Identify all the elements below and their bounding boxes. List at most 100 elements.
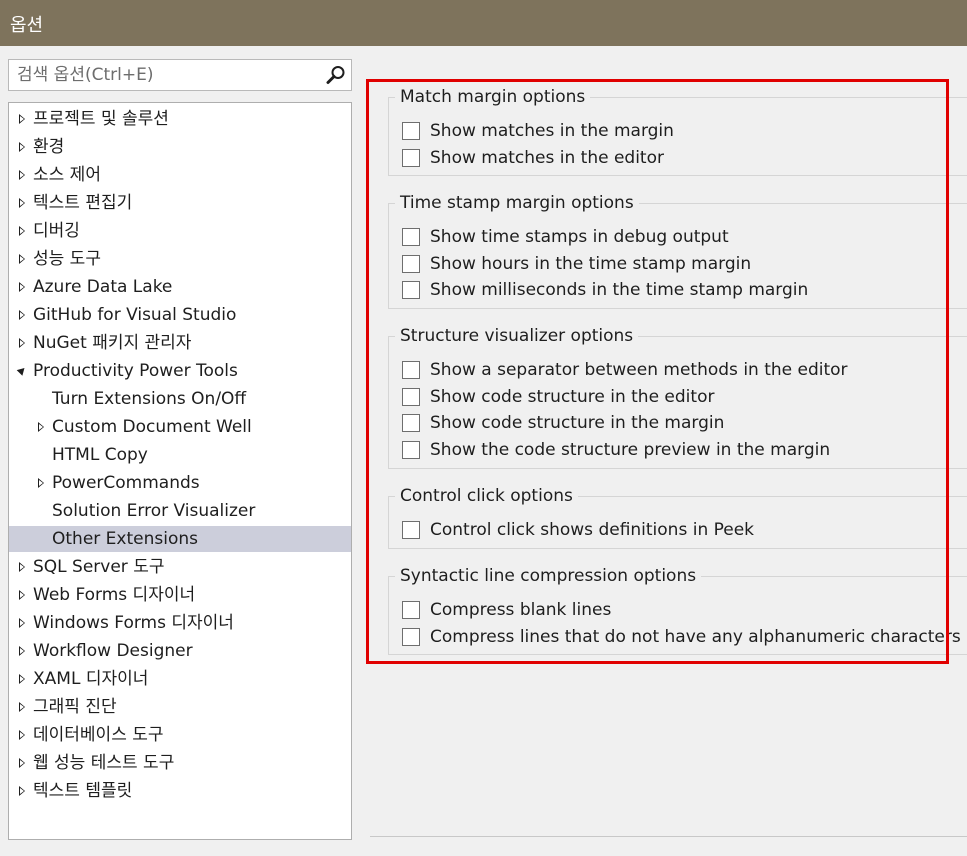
tree-item[interactable]: GitHub for Visual Studio — [9, 302, 351, 328]
collapsed-arrow-icon[interactable] — [38, 478, 44, 488]
tree-item-label: 프로젝트 및 솔루션 — [33, 109, 169, 129]
tree-item[interactable]: Other Extensions — [9, 526, 351, 552]
collapsed-arrow-icon[interactable] — [19, 646, 25, 656]
search-box[interactable] — [8, 59, 352, 91]
checkbox[interactable] — [402, 254, 420, 273]
tree-item-label: Azure Data Lake — [33, 277, 173, 297]
tree-item[interactable]: PowerCommands — [9, 470, 351, 496]
checkbox[interactable] — [402, 601, 420, 619]
option-label[interactable]: Show milliseconds in the time stamp marg… — [430, 277, 808, 303]
tree-item-label: PowerCommands — [52, 473, 200, 493]
collapsed-arrow-icon[interactable] — [19, 226, 25, 236]
tree-item-label: Other Extensions — [52, 529, 198, 549]
tree-item-label: Turn Extensions On/Off — [52, 389, 247, 409]
tree-item[interactable]: Solution Error Visualizer — [9, 498, 351, 524]
option-label[interactable]: Show code structure in the editor — [430, 384, 714, 410]
option-group: Match margin options Show matches in the … — [388, 86, 967, 176]
checkbox[interactable] — [402, 440, 420, 459]
tree-item-label: XAML 디자이너 — [33, 669, 149, 689]
collapsed-arrow-icon[interactable] — [19, 198, 25, 208]
search-input[interactable] — [9, 60, 319, 90]
collapsed-arrow-icon[interactable] — [19, 674, 25, 684]
tree-item-label: 데이터베이스 도구 — [33, 725, 164, 745]
tree-item[interactable]: 환경 — [9, 134, 351, 160]
collapsed-arrow-icon[interactable] — [19, 114, 25, 124]
checkbox[interactable] — [402, 627, 420, 646]
tree-item-label: 텍스트 편집기 — [33, 193, 133, 213]
tree-item[interactable]: HTML Copy — [9, 442, 351, 468]
tree-item-label: 웹 성능 테스트 도구 — [33, 753, 175, 773]
tree-item[interactable]: 데이터베이스 도구 — [9, 722, 351, 748]
tree-item[interactable]: Workflow Designer — [9, 638, 351, 664]
tree-item[interactable]: 텍스트 편집기 — [9, 190, 351, 216]
collapsed-arrow-icon[interactable] — [19, 702, 25, 712]
option-label[interactable]: Compress lines that do not have any alph… — [430, 624, 961, 650]
collapsed-arrow-icon[interactable] — [19, 282, 25, 292]
collapsed-arrow-icon[interactable] — [19, 310, 25, 320]
tree-item-label: Windows Forms 디자이너 — [33, 613, 234, 633]
collapsed-arrow-icon[interactable] — [19, 618, 25, 628]
option-label[interactable]: Show hours in the time stamp margin — [430, 251, 751, 277]
search-icon[interactable] — [326, 65, 346, 85]
tree-item-label: HTML Copy — [52, 445, 148, 465]
option-label[interactable]: Control click shows definitions in Peek — [430, 517, 754, 543]
tree-item-label: GitHub for Visual Studio — [33, 305, 237, 325]
checkbox[interactable] — [402, 361, 420, 379]
tree-item-label: Web Forms 디자이너 — [33, 585, 196, 605]
option-label[interactable]: Show matches in the editor — [430, 145, 664, 171]
checkbox[interactable] — [402, 387, 420, 406]
tree-item[interactable]: Productivity Power Tools — [9, 358, 351, 384]
collapsed-arrow-icon[interactable] — [19, 730, 25, 740]
tree-item[interactable]: Custom Document Well — [9, 414, 351, 440]
collapsed-arrow-icon[interactable] — [19, 590, 25, 600]
collapsed-arrow-icon[interactable] — [19, 142, 25, 152]
tree-item-label: SQL Server 도구 — [33, 557, 165, 577]
tree-item[interactable]: Web Forms 디자이너 — [9, 582, 351, 608]
tree-item[interactable]: 텍스트 템플릿 — [9, 778, 351, 804]
tree-item[interactable]: 디버깅 — [9, 218, 351, 244]
tree-item-label: 디버깅 — [33, 221, 80, 241]
checkbox[interactable] — [402, 228, 420, 246]
tree-item[interactable]: NuGet 패키지 관리자 — [9, 330, 351, 356]
options-tree[interactable]: 프로젝트 및 솔루션환경 소스 제어텍스트 편집기디버깅성능 도구 Azure Da… — [8, 102, 352, 840]
tree-item[interactable]: 성능 도구 — [9, 246, 351, 272]
checkbox[interactable] — [402, 521, 420, 539]
tree-item[interactable]: Turn Extensions On/Off — [9, 386, 351, 412]
checkbox[interactable] — [402, 281, 420, 299]
tree-item[interactable]: 프로젝트 및 솔루션 — [9, 106, 351, 132]
expanded-arrow-icon[interactable] — [16, 365, 28, 376]
window-title: 옵션 — [10, 15, 44, 36]
collapsed-arrow-icon[interactable] — [19, 562, 25, 572]
tree-item[interactable]: 소스 제어 — [9, 162, 351, 188]
tree-item[interactable]: XAML 디자이너 — [9, 666, 351, 692]
checkbox[interactable] — [402, 414, 420, 432]
option-group: Control click options Control click shows… — [388, 485, 967, 549]
option-label[interactable]: Compress blank lines — [430, 597, 611, 623]
checkbox[interactable] — [402, 148, 420, 167]
tree-item-label: 성능 도구 — [33, 249, 101, 269]
option-label[interactable]: Show code structure in the margin — [430, 410, 724, 436]
option-label[interactable]: Show matches in the margin — [430, 118, 674, 144]
tree-item[interactable]: 웹 성능 테스트 도구 — [9, 750, 351, 776]
tree-item[interactable]: SQL Server 도구 — [9, 554, 351, 580]
collapsed-arrow-icon[interactable] — [19, 338, 25, 348]
tree-item-label: 그래픽 진단 — [33, 697, 117, 717]
group-title: Syntactic line compression options — [395, 565, 702, 587]
tree-item-label: Productivity Power Tools — [33, 361, 238, 381]
option-group: Syntactic line compression options Compre… — [388, 565, 967, 655]
tree-item[interactable]: 그래픽 진단 — [9, 694, 351, 720]
checkbox[interactable] — [402, 122, 420, 140]
option-label[interactable]: Show the code structure preview in the m… — [430, 437, 830, 463]
collapsed-arrow-icon[interactable] — [38, 422, 44, 432]
collapsed-arrow-icon[interactable] — [19, 170, 25, 180]
collapsed-arrow-icon[interactable] — [19, 254, 25, 264]
option-label[interactable]: Show a separator between methods in the … — [430, 357, 848, 383]
option-label[interactable]: Show time stamps in debug output — [430, 224, 729, 250]
collapsed-arrow-icon[interactable] — [19, 758, 25, 768]
collapsed-arrow-icon[interactable] — [19, 786, 25, 796]
tree-item-label: 텍스트 템플릿 — [33, 781, 133, 801]
tree-item[interactable]: Windows Forms 디자이너 — [9, 610, 351, 636]
group-title: Structure visualizer options — [395, 325, 639, 347]
tree-item[interactable]: Azure Data Lake — [9, 274, 351, 300]
tree-item-label: NuGet 패키지 관리자 — [33, 333, 192, 353]
